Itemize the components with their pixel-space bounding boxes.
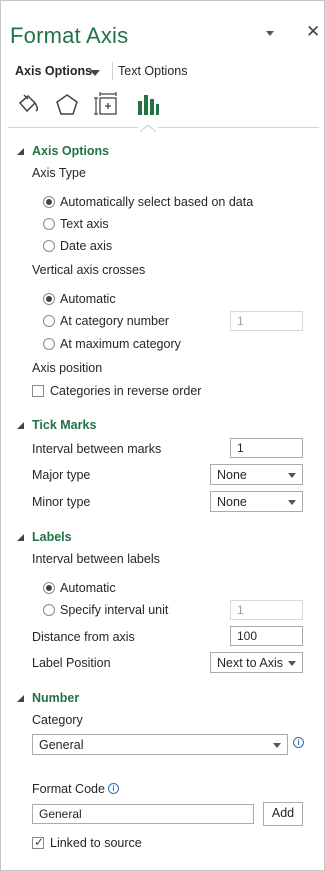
crosses-automatic-label[interactable]: Automatic bbox=[60, 292, 116, 306]
category-value: General bbox=[39, 738, 84, 752]
radio-at-maximum[interactable] bbox=[43, 338, 55, 350]
chevron-down-icon[interactable] bbox=[90, 67, 100, 81]
info-icon[interactable]: i bbox=[108, 783, 119, 794]
label-position-value: Next to Axis bbox=[217, 656, 283, 670]
section-axis-options[interactable]: Axis Options bbox=[32, 144, 109, 158]
label-position-label: Label Position bbox=[32, 656, 111, 670]
tab-text-options[interactable]: Text Options bbox=[118, 64, 187, 78]
interval-marks-label: Interval between marks bbox=[32, 442, 162, 456]
minor-type-select[interactable]: None bbox=[210, 491, 303, 512]
divider bbox=[158, 127, 319, 128]
at-maximum-label[interactable]: At maximum category bbox=[60, 337, 181, 351]
chevron-down-icon bbox=[288, 661, 296, 666]
reverse-order-checkbox[interactable] bbox=[32, 385, 44, 397]
date-axis-label[interactable]: Date axis bbox=[60, 239, 112, 253]
section-labels[interactable]: Labels bbox=[32, 530, 72, 544]
tab-separator bbox=[112, 62, 113, 80]
specify-interval-input[interactable]: 1 bbox=[230, 600, 303, 620]
collapse-triangle-icon[interactable] bbox=[16, 693, 26, 707]
distance-axis-label: Distance from axis bbox=[32, 630, 135, 644]
collapse-triangle-icon[interactable] bbox=[16, 420, 26, 434]
text-axis-label[interactable]: Text axis bbox=[60, 217, 109, 231]
linked-source-checkbox[interactable] bbox=[32, 835, 44, 849]
linked-source-label[interactable]: Linked to source bbox=[50, 836, 142, 850]
effects-pentagon-icon[interactable] bbox=[53, 91, 81, 119]
radio-at-category[interactable] bbox=[43, 315, 55, 327]
axis-type-label: Axis Type bbox=[32, 166, 86, 180]
category-select[interactable]: General bbox=[32, 734, 288, 755]
chevron-down-icon bbox=[273, 743, 281, 748]
radio-auto-select[interactable] bbox=[43, 196, 55, 208]
radio-labels-automatic[interactable] bbox=[43, 582, 55, 594]
format-code-label: Format Code bbox=[32, 782, 105, 796]
pane-title: Format Axis bbox=[10, 23, 129, 48]
interval-marks-input[interactable]: 1 bbox=[230, 438, 303, 458]
chevron-down-icon bbox=[288, 500, 296, 505]
at-category-input[interactable]: 1 bbox=[230, 311, 303, 331]
divider bbox=[8, 127, 138, 128]
major-type-value: None bbox=[217, 468, 247, 482]
label-position-select[interactable]: Next to Axis bbox=[210, 652, 303, 673]
selected-tab-indicator bbox=[139, 122, 157, 136]
distance-axis-input[interactable]: 100 bbox=[230, 626, 303, 646]
format-code-input[interactable]: General bbox=[32, 804, 254, 824]
section-tick-marks[interactable]: Tick Marks bbox=[32, 418, 96, 432]
axis-options-bars-icon[interactable] bbox=[134, 91, 162, 119]
auto-select-label[interactable]: Automatically select based on data bbox=[60, 195, 253, 209]
major-type-select[interactable]: None bbox=[210, 464, 303, 485]
minor-type-label: Minor type bbox=[32, 495, 91, 509]
pane-options-icon[interactable] bbox=[264, 27, 276, 39]
minor-type-value: None bbox=[217, 495, 247, 509]
reverse-order-label[interactable]: Categories in reverse order bbox=[50, 384, 201, 398]
section-number[interactable]: Number bbox=[32, 691, 79, 705]
labels-automatic-label[interactable]: Automatic bbox=[60, 581, 116, 595]
info-icon[interactable]: i bbox=[293, 737, 304, 748]
specify-interval-label[interactable]: Specify interval unit bbox=[60, 603, 168, 617]
radio-date-axis[interactable] bbox=[43, 240, 55, 252]
format-axis-pane: Format Axis ✕ Axis Options Text Options bbox=[0, 0, 325, 871]
close-icon[interactable]: ✕ bbox=[306, 23, 320, 40]
category-label: Category bbox=[32, 713, 83, 727]
add-button[interactable]: Add bbox=[263, 802, 303, 826]
fill-line-icon[interactable] bbox=[15, 91, 43, 119]
chevron-down-icon bbox=[288, 473, 296, 478]
at-category-label[interactable]: At category number bbox=[60, 314, 169, 328]
axis-position-label: Axis position bbox=[32, 361, 103, 375]
collapse-triangle-icon[interactable] bbox=[16, 532, 26, 546]
collapse-triangle-icon[interactable] bbox=[16, 146, 26, 160]
radio-crosses-automatic[interactable] bbox=[43, 293, 55, 305]
vertical-crosses-label: Vertical axis crosses bbox=[32, 263, 146, 277]
radio-specify-interval[interactable] bbox=[43, 604, 55, 616]
major-type-label: Major type bbox=[32, 468, 91, 482]
radio-text-axis[interactable] bbox=[43, 218, 55, 230]
tab-axis-options[interactable]: Axis Options bbox=[15, 64, 92, 78]
size-properties-icon[interactable] bbox=[93, 91, 121, 119]
interval-labels-label: Interval between labels bbox=[32, 552, 160, 566]
